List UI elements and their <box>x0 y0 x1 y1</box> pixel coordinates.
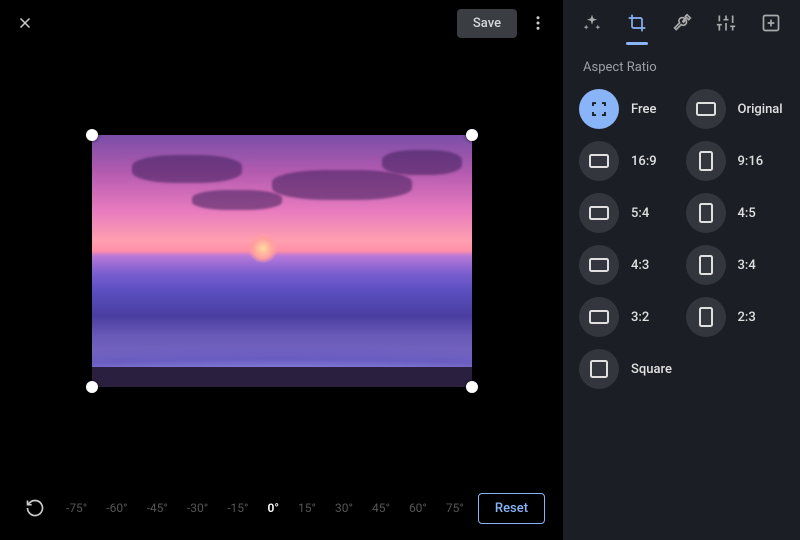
aspect-ratio-icon <box>579 89 619 129</box>
tool-tabs <box>563 0 800 46</box>
aspect-ratio-icon <box>686 245 726 285</box>
aspect-ratio-icon <box>686 193 726 233</box>
aspect-ratio-label: 9:16 <box>738 154 764 169</box>
aspect-ratio-icon <box>686 297 726 337</box>
aspect-ratio-icon <box>686 141 726 181</box>
tab-adjust[interactable] <box>707 4 745 42</box>
aspect-ratio-heading: Aspect Ratio <box>563 46 800 85</box>
tools-icon <box>672 13 692 33</box>
aspect-ratio-label: 5:4 <box>631 206 649 221</box>
rotation-tick[interactable]: -45° <box>147 501 168 515</box>
rotation-tick[interactable]: 30° <box>335 501 353 515</box>
crop-handle-bottom-right[interactable] <box>466 381 478 393</box>
rotation-tick[interactable]: -60° <box>106 501 127 515</box>
more-button[interactable] <box>521 6 555 40</box>
rotation-slider[interactable]: -75° -60° -45° -30° -15° 0° 15° 30° 45° 60° 75° <box>66 501 464 515</box>
sliders-icon <box>716 13 736 33</box>
aspect-ratio-label: 4:5 <box>738 206 756 221</box>
crop-handle-top-right[interactable] <box>466 129 478 141</box>
close-icon <box>16 14 34 32</box>
aspect-ratio-16-9[interactable]: 16:9 <box>579 141 677 181</box>
aspect-ratio-label: 4:3 <box>631 258 649 273</box>
aspect-ratio-icon <box>579 297 619 337</box>
editor-pane: Save -75° -60° -45° -30° -15° 0° 15° 30° 45° 60° 7… <box>0 0 563 540</box>
crop-icon <box>627 13 647 33</box>
aspect-ratio-label: Original <box>738 102 783 117</box>
aspect-ratio-3-4[interactable]: 3:4 <box>686 245 784 285</box>
crop-frame[interactable] <box>92 135 472 387</box>
aspect-ratio-label: Square <box>631 362 672 377</box>
rotation-tick[interactable]: 0° <box>267 501 279 515</box>
rotate-icon <box>25 498 45 518</box>
sparkle-icon <box>582 13 602 33</box>
rotation-tick[interactable]: -15° <box>227 501 248 515</box>
aspect-ratio-label: 2:3 <box>738 310 756 325</box>
side-panel: Aspect Ratio Free Original 16:9 9:16 5:4 4:5 4… <box>563 0 800 540</box>
rotation-tick[interactable]: 75° <box>446 501 464 515</box>
save-button[interactable]: Save <box>457 9 517 38</box>
aspect-ratio-4-3[interactable]: 4:3 <box>579 245 677 285</box>
rotate-90-button[interactable] <box>18 491 52 525</box>
rotation-tick[interactable]: -75° <box>66 501 87 515</box>
rotation-tick[interactable]: 60° <box>409 501 427 515</box>
aspect-ratio-icon <box>579 245 619 285</box>
rotation-tick[interactable]: -30° <box>187 501 208 515</box>
tab-tools[interactable] <box>663 4 701 42</box>
add-image-icon <box>761 13 781 33</box>
aspect-ratio-icon <box>579 193 619 233</box>
aspect-ratio-2-3[interactable]: 2:3 <box>686 297 784 337</box>
aspect-ratio-5-4[interactable]: 5:4 <box>579 193 677 233</box>
rotation-tick[interactable]: 45° <box>372 501 390 515</box>
bottom-bar: -75° -60° -45° -30° -15° 0° 15° 30° 45° 60° 75° Re… <box>0 476 563 540</box>
top-bar: Save <box>0 0 563 46</box>
aspect-ratio-free[interactable]: Free <box>579 89 677 129</box>
aspect-ratio-icon <box>579 141 619 181</box>
aspect-ratio-grid: Free Original 16:9 9:16 5:4 4:5 4:3 3:4 3:2 2:3 Sq… <box>563 85 800 405</box>
rotation-tick[interactable]: 15° <box>298 501 316 515</box>
canvas-area <box>0 46 563 476</box>
aspect-ratio-9-16[interactable]: 9:16 <box>686 141 784 181</box>
aspect-ratio-icon <box>579 349 619 389</box>
tab-crop[interactable] <box>618 4 656 42</box>
aspect-ratio-square[interactable]: Square <box>579 349 677 389</box>
crop-handle-top-left[interactable] <box>86 129 98 141</box>
crop-handle-bottom-left[interactable] <box>86 381 98 393</box>
tab-suggestions[interactable] <box>573 4 611 42</box>
close-button[interactable] <box>8 6 42 40</box>
photo-preview <box>92 135 472 387</box>
aspect-ratio-3-2[interactable]: 3:2 <box>579 297 677 337</box>
aspect-ratio-label: 3:4 <box>738 258 756 273</box>
aspect-ratio-4-5[interactable]: 4:5 <box>686 193 784 233</box>
aspect-ratio-icon <box>686 89 726 129</box>
more-vertical-icon <box>529 14 547 32</box>
reset-button[interactable]: Reset <box>478 493 545 524</box>
aspect-ratio-label: 16:9 <box>631 154 657 169</box>
aspect-ratio-label: Free <box>631 102 656 117</box>
aspect-ratio-original[interactable]: Original <box>686 89 784 129</box>
aspect-ratio-label: 3:2 <box>631 310 649 325</box>
tab-filters[interactable] <box>752 4 790 42</box>
